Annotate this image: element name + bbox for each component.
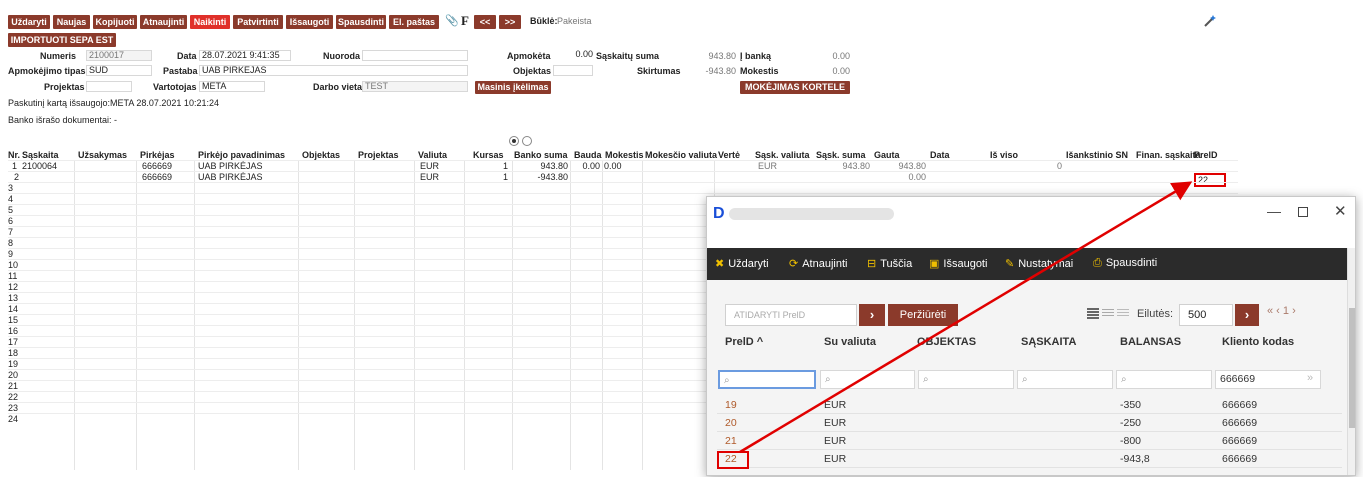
annotation-arrow bbox=[739, 181, 1193, 454]
